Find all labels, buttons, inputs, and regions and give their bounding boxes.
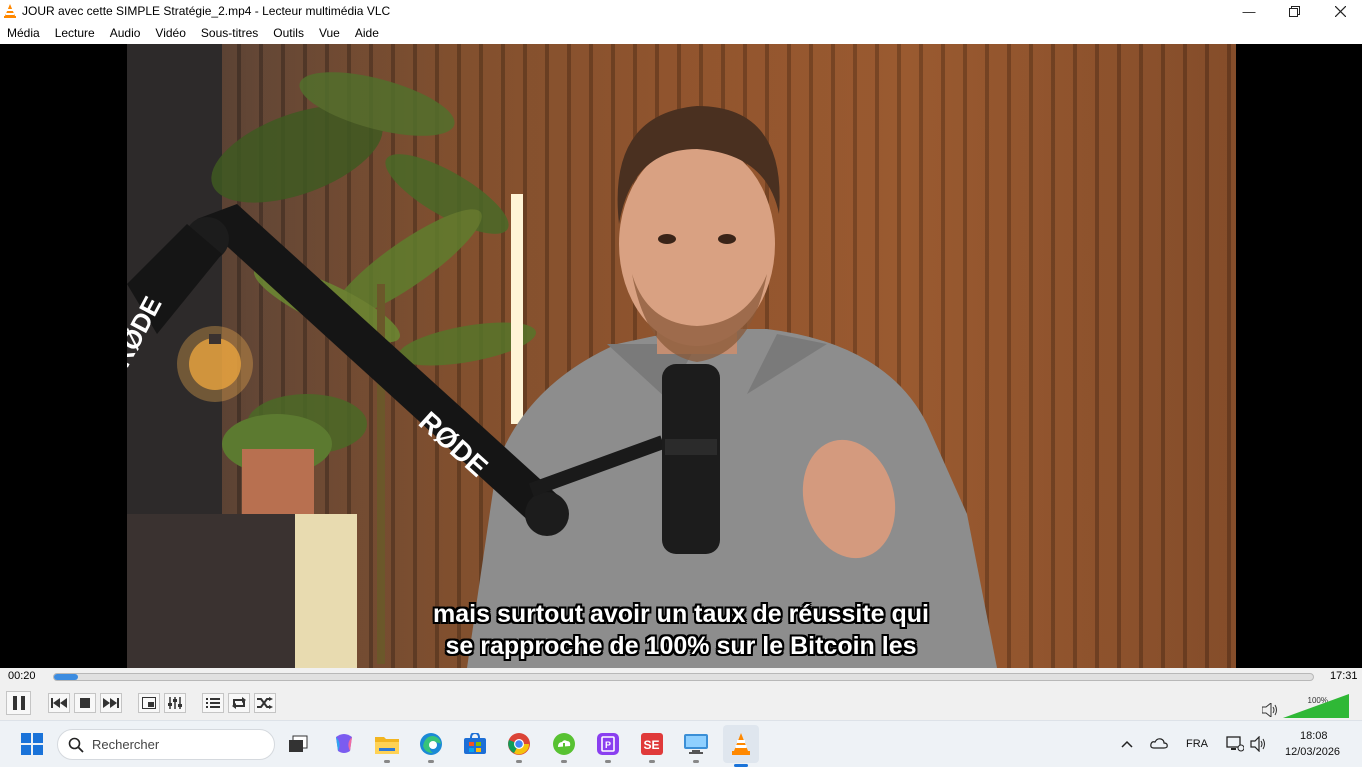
menu-sous-titres[interactable]: Sous-titres	[201, 26, 258, 40]
taskbar: Rechercher P SE FRA 18:08 12/03/2026	[0, 720, 1362, 767]
player-controls: 00:20 17:31 100%	[0, 668, 1362, 720]
plant-pot	[242, 449, 314, 519]
search-placeholder: Rechercher	[92, 737, 160, 752]
cloud-app-icon	[553, 733, 575, 755]
search-icon	[68, 737, 84, 753]
stop-icon	[80, 698, 90, 708]
copilot-button[interactable]	[329, 729, 359, 759]
next-icon	[103, 698, 119, 708]
seek-bar[interactable]	[53, 673, 1314, 681]
maximize-button[interactable]	[1271, 0, 1317, 22]
red-app-icon: SE	[641, 733, 663, 755]
menu-media[interactable]: Média	[7, 26, 40, 40]
cloud-app-button[interactable]	[549, 729, 579, 763]
close-icon	[1334, 5, 1346, 17]
running-indicator	[605, 760, 611, 763]
seek-progress	[54, 674, 78, 680]
running-indicator	[384, 760, 390, 763]
chrome-icon	[508, 733, 530, 755]
elapsed-time: 00:20	[8, 670, 36, 682]
svg-text:SE: SE	[644, 738, 660, 752]
clock-date[interactable]: 12/03/2026	[1285, 746, 1340, 758]
playlist-button[interactable]	[202, 693, 224, 713]
running-indicator	[516, 760, 522, 763]
minimize-button[interactable]: —	[1226, 0, 1272, 22]
copilot-icon	[336, 734, 352, 753]
minimize-icon: —	[1242, 3, 1256, 19]
purple-app-icon: P	[597, 733, 619, 755]
clock-time[interactable]: 18:08	[1300, 730, 1328, 742]
next-button[interactable]	[100, 693, 122, 713]
video-frame[interactable]: RØDE RØDE	[127, 44, 1236, 668]
chevron-up-icon[interactable]	[1121, 740, 1133, 748]
menu-audio[interactable]: Audio	[110, 26, 141, 40]
loop-button[interactable]	[228, 693, 250, 713]
running-indicator	[561, 760, 567, 763]
windows-start-icon	[21, 733, 43, 755]
menu-aide[interactable]: Aide	[355, 26, 379, 40]
volume-tray-icon[interactable]	[1250, 736, 1268, 752]
edge-icon	[420, 733, 442, 755]
chrome-button[interactable]	[504, 729, 534, 763]
task-view-button[interactable]	[283, 729, 313, 759]
window-title: JOUR avec cette SIMPLE Stratégie_2.mp4 -…	[22, 4, 391, 18]
vlc-icon	[732, 733, 750, 755]
remote-desktop-button[interactable]	[681, 729, 711, 763]
file-explorer-icon	[375, 737, 399, 754]
speaker-icon[interactable]	[1262, 703, 1278, 717]
extended-settings-icon	[168, 697, 182, 709]
previous-button[interactable]	[48, 693, 70, 713]
pause-icon	[12, 696, 25, 710]
remote-desktop-icon	[684, 734, 708, 754]
total-time: 17:31	[1330, 670, 1358, 682]
playlist-icon	[206, 698, 220, 708]
network-icon[interactable]	[1226, 736, 1244, 752]
subtitle-line-1: mais surtout avoir un taux de réussite q…	[433, 600, 929, 628]
edge-button[interactable]	[416, 729, 446, 763]
store-icon	[464, 733, 486, 754]
light-bar	[511, 194, 523, 424]
fullscreen-icon	[142, 697, 156, 709]
previous-icon	[51, 698, 67, 708]
start-button[interactable]	[17, 729, 47, 759]
file-explorer-button[interactable]	[372, 729, 402, 763]
maximize-icon	[1288, 5, 1300, 17]
loop-icon	[232, 697, 246, 709]
running-indicator	[693, 760, 699, 763]
extended-settings-button[interactable]	[164, 693, 186, 713]
shuffle-icon	[257, 697, 273, 709]
volume-slider[interactable]	[1283, 694, 1349, 718]
fullscreen-button[interactable]	[138, 693, 160, 713]
volume-fill	[1283, 694, 1349, 718]
close-button[interactable]	[1317, 0, 1362, 22]
onedrive-icon[interactable]	[1150, 737, 1168, 749]
running-indicator	[649, 760, 655, 763]
menu-video[interactable]: Vidéo	[155, 26, 185, 40]
red-app-button[interactable]: SE	[637, 729, 667, 763]
lamp-bulb	[189, 338, 241, 390]
taskbar-search[interactable]: Rechercher	[57, 729, 275, 760]
vlc-logo-icon	[4, 4, 16, 18]
purple-app-button[interactable]: P	[593, 729, 623, 763]
menu-vue[interactable]: Vue	[319, 26, 340, 40]
task-view-icon	[289, 735, 308, 752]
store-button[interactable]	[460, 729, 490, 759]
video-scene: RØDE RØDE	[127, 44, 997, 668]
svg-text:P: P	[605, 740, 611, 750]
menu-lecture[interactable]: Lecture	[55, 26, 95, 40]
video-area[interactable]: RØDE RØDE mais surtout avoir un taux de …	[0, 44, 1362, 668]
pause-button[interactable]	[6, 691, 31, 715]
language-indicator[interactable]: FRA	[1186, 738, 1208, 750]
subtitle-line-2: se rapproche de 100% sur le Bitcoin les	[445, 632, 917, 660]
vlc-taskbar-button[interactable]	[723, 725, 759, 767]
menu-bar: Média Lecture Audio Vidéo Sous-titres Ou…	[0, 22, 1362, 44]
stop-button[interactable]	[74, 693, 96, 713]
microphone	[662, 364, 720, 554]
shuffle-button[interactable]	[254, 693, 276, 713]
title-bar: JOUR avec cette SIMPLE Stratégie_2.mp4 -…	[0, 0, 1362, 22]
menu-outils[interactable]: Outils	[273, 26, 304, 40]
running-indicator	[428, 760, 434, 763]
